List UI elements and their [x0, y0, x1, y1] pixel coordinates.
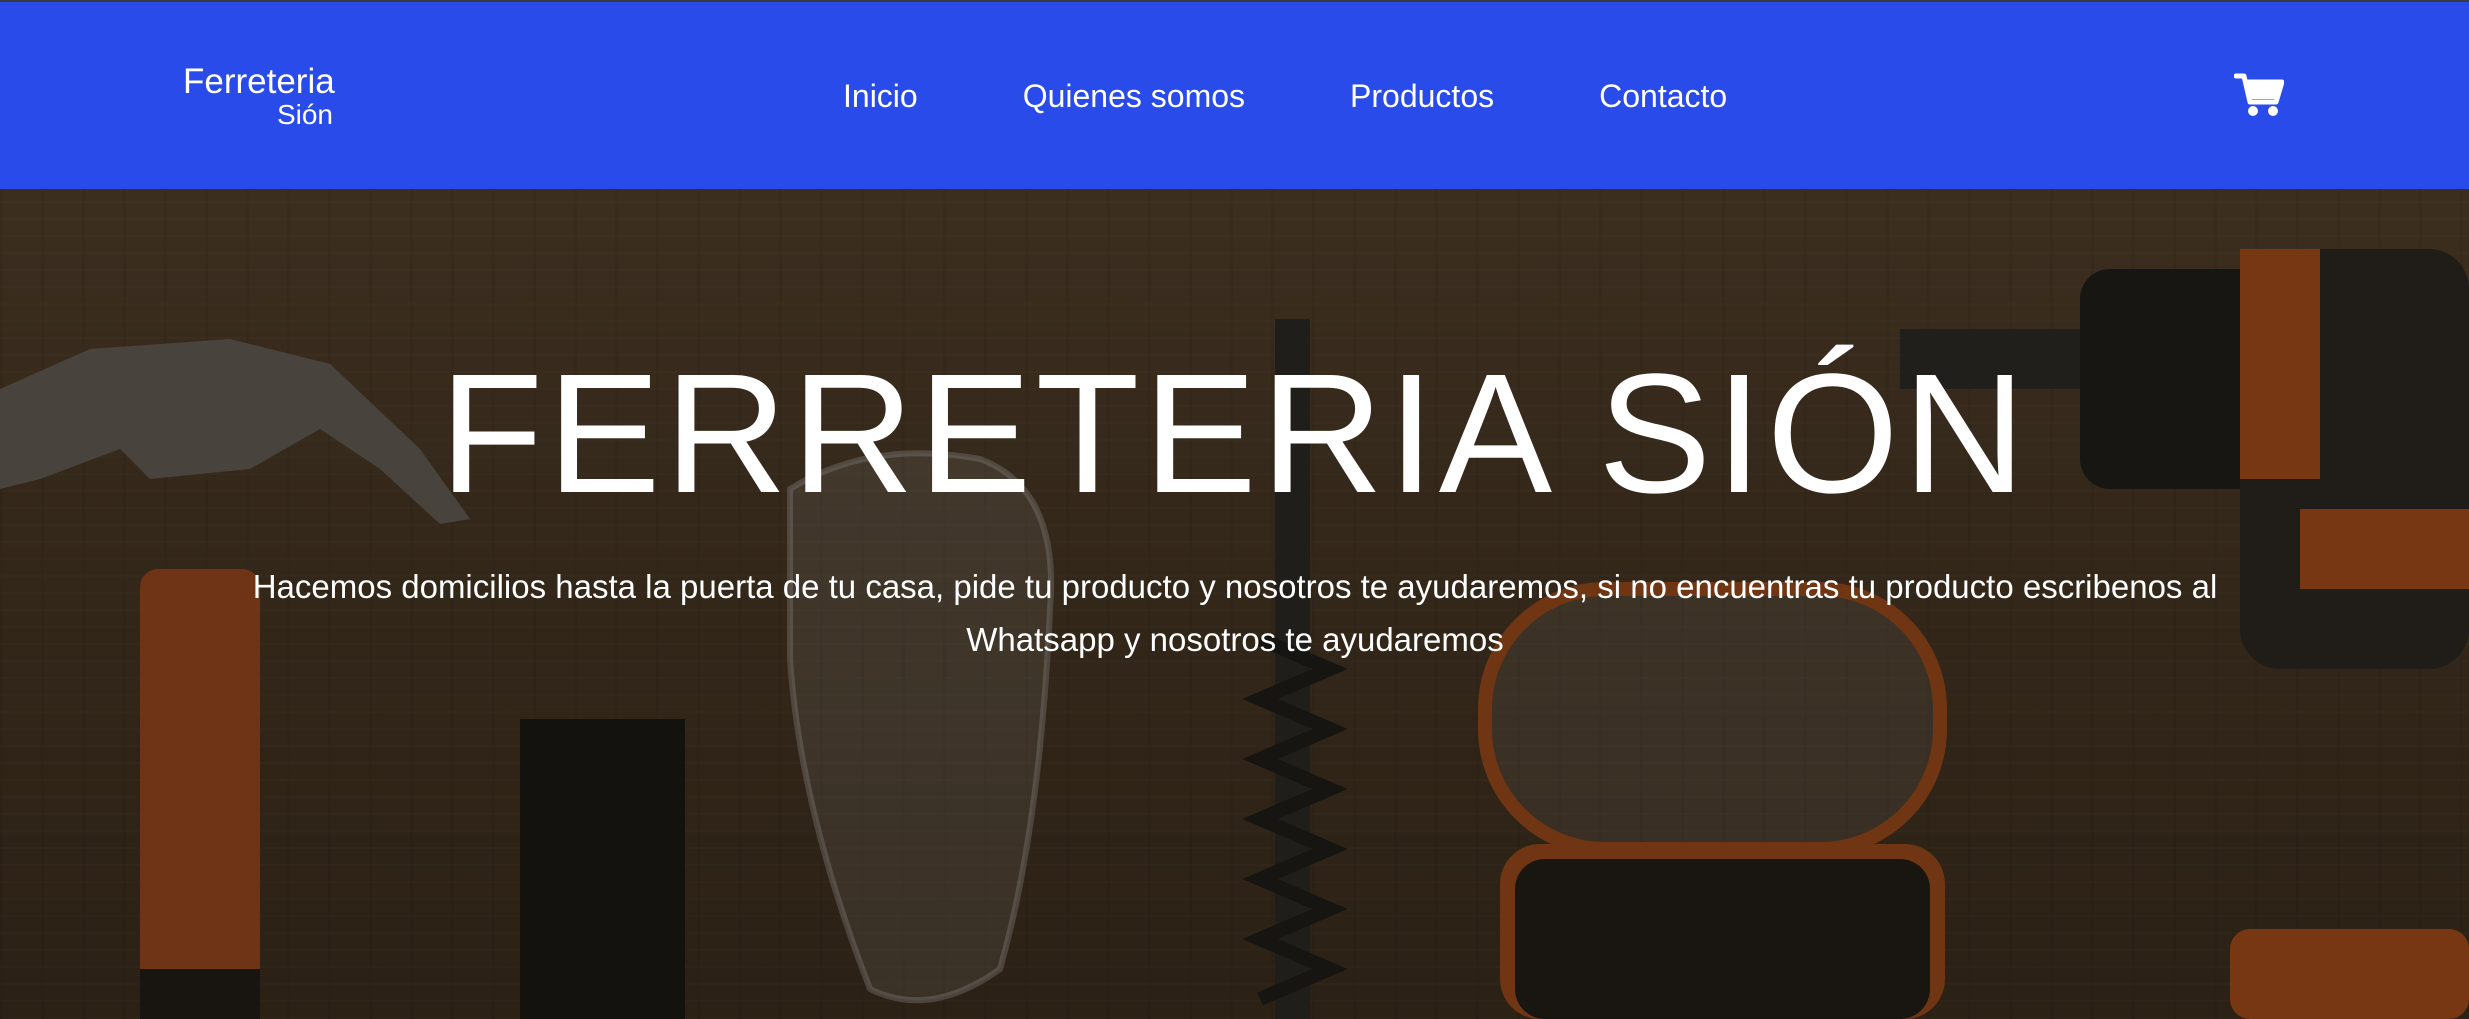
- hero-section: FERRETERIA SIÓN Hacemos domicilios hasta…: [0, 189, 2469, 1019]
- shopping-cart-icon[interactable]: [2233, 72, 2285, 118]
- nav-link-inicio[interactable]: Inicio: [843, 78, 918, 115]
- nav-link-contacto[interactable]: Contacto: [1599, 78, 1727, 115]
- navbar: Ferreteria Sión Inicio Quienes somos Pro…: [0, 2, 2469, 189]
- main-nav: Inicio Quienes somos Productos Contacto: [843, 78, 1727, 115]
- brand-name: Ferreteria: [183, 62, 335, 101]
- nav-link-productos[interactable]: Productos: [1350, 78, 1494, 115]
- brand-subname: Sión: [276, 99, 333, 130]
- hero-subtitle: Hacemos domicilios hasta la puerta de tu…: [252, 568, 2218, 658]
- hero-title: FERRETERIA SIÓN: [439, 339, 2030, 529]
- nav-link-quienes-somos[interactable]: Quienes somos: [1023, 78, 1245, 115]
- brand-logo[interactable]: Ferreteria Sión: [183, 62, 335, 130]
